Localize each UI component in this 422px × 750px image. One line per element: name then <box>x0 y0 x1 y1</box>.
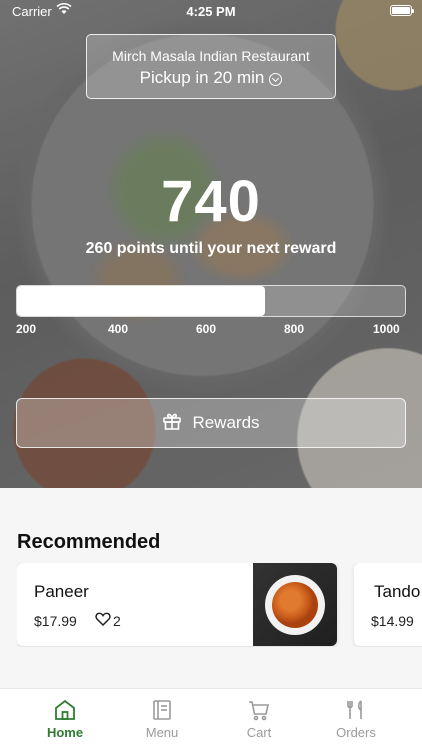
scale-tick-label: 200 <box>16 322 37 336</box>
progress-scale: 200 400 600 800 1000 <box>16 322 406 338</box>
points-balance: 740 <box>161 169 261 234</box>
recommended-title: Recommended <box>17 531 161 553</box>
scale-tick-label: 800 <box>284 322 305 336</box>
cart-icon <box>249 701 269 721</box>
pickup-time: Pickup in 20 min <box>87 68 335 88</box>
restaurant-name: Mirch Masala Indian Restaurant <box>112 48 310 64</box>
chevron-down-icon <box>269 72 283 86</box>
item-name: Tando <box>374 582 421 601</box>
item-price: $17.99 <box>34 613 77 629</box>
recommended-carousel[interactable]: Paneer $17.99 2 Tando $14.99 <box>17 563 422 647</box>
rewards-progress-fill <box>17 286 266 316</box>
scale-tick-label: 400 <box>108 322 129 336</box>
item-name: Paneer <box>34 582 89 601</box>
heart-icon <box>95 612 111 629</box>
tab-menu[interactable]: Menu <box>122 699 202 740</box>
menu-icon <box>153 700 171 720</box>
favorite-toggle[interactable]: 2 <box>95 612 121 629</box>
store-selector-button[interactable]: Mirch Masala Indian Restaurant Pickup in… <box>86 34 336 99</box>
gift-icon <box>162 411 182 436</box>
clock: 4:25 PM <box>186 4 236 19</box>
battery-icon <box>390 5 414 16</box>
tab-label: Menu <box>145 725 179 740</box>
orders-icon <box>347 700 362 719</box>
tab-label: Home <box>46 725 84 740</box>
bottom-tab-bar: Home Menu Cart Orders <box>0 688 422 750</box>
tab-orders[interactable]: Orders <box>316 699 396 740</box>
scale-tick-label: 600 <box>196 322 217 336</box>
status-bar: Carrier 4:25 PM <box>0 0 422 22</box>
points-remaining-text: 260 points until your next reward <box>85 240 337 257</box>
tab-label: Orders <box>336 725 376 740</box>
tab-label: Cart <box>246 725 272 740</box>
item-price: $14.99 <box>371 613 414 629</box>
recommended-item-card[interactable]: Tando $14.99 <box>354 563 422 646</box>
tab-cart[interactable]: Cart <box>219 699 299 740</box>
rewards-button[interactable]: Rewards <box>16 398 406 448</box>
tab-home[interactable]: Home <box>25 699 105 740</box>
like-count: 2 <box>113 612 121 629</box>
item-photo <box>253 563 337 646</box>
rewards-button-label: Rewards <box>192 413 260 432</box>
scale-tick-label: 1000 <box>373 322 400 336</box>
rewards-progress-bar <box>16 285 406 317</box>
home-icon <box>55 699 75 720</box>
recommended-item-card[interactable]: Paneer $17.99 2 <box>17 563 337 646</box>
pickup-label: Pickup in 20 min <box>139 68 265 87</box>
